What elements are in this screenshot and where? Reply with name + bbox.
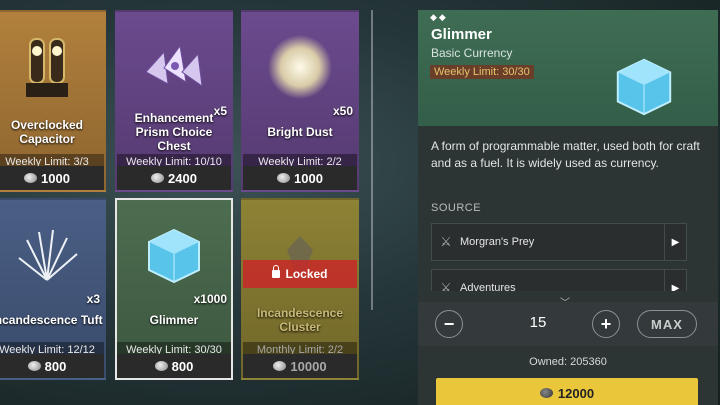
quantity-selector: − 15 + MAX <box>418 302 718 346</box>
source-list[interactable]: ⚔ Morgran's Prey ▶ ⚔ Adventures ▶ <box>418 223 718 291</box>
glimmer-coin-icon <box>27 361 41 371</box>
detail-limit-badge: Weekly Limit: 30/30 <box>430 65 534 79</box>
detail-header: ◆◆ Glimmer Basic Currency Weekly Limit: … <box>418 10 718 126</box>
item-detail-panel: ◆◆ Glimmer Basic Currency Weekly Limit: … <box>418 10 718 405</box>
shop-card-bright-dust[interactable]: x50 Bright Dust Weekly Limit: 2/2 1000 <box>241 10 359 192</box>
card-name: Incandescence Tuft <box>0 313 103 327</box>
locked-banner: Locked <box>243 260 357 288</box>
glimmer-coin-icon <box>154 361 168 371</box>
card-price: 1000 <box>243 166 357 190</box>
card-price: 1000 <box>0 166 104 190</box>
source-name: Adventures <box>460 282 516 291</box>
card-name: Glimmer <box>149 313 199 327</box>
glimmer-coin-icon <box>539 388 553 398</box>
crossed-swords-icon: ⚔ <box>440 280 452 291</box>
cluster-icon <box>243 200 357 310</box>
price-value: 2400 <box>168 170 197 186</box>
shop-card-enhancement-prism[interactable]: x5 Enhancement Prism Choice Chest Weekly… <box>115 10 233 192</box>
price-value: 10000 <box>290 358 327 374</box>
locked-label: Locked <box>285 267 328 281</box>
source-name: Morgran's Prey <box>460 236 535 248</box>
rarity-diamond-icon: ◆◆ <box>430 12 448 22</box>
price-value: 1000 <box>294 170 323 186</box>
glimmer-coin-icon <box>277 173 291 183</box>
shop-card-incandescence-tuft[interactable]: x3 Incandescence Tuft Weekly Limit: 12/1… <box>0 198 106 380</box>
card-price: 2400 <box>117 166 231 190</box>
crossed-swords-icon: ⚔ <box>440 234 452 249</box>
card-price: 10000 <box>243 354 357 378</box>
glimmer-cube-icon <box>616 58 672 116</box>
detail-subtitle: Basic Currency <box>431 46 513 60</box>
card-name: Enhancement Prism Choice Chest <box>134 111 214 153</box>
card-price: 800 <box>0 354 104 378</box>
detail-title: Glimmer <box>431 26 492 43</box>
price-value: 1000 <box>41 170 70 186</box>
play-arrow-icon[interactable]: ▶ <box>664 224 686 260</box>
source-heading: SOURCE <box>431 202 482 214</box>
owned-count: Owned: 205360 <box>529 356 607 368</box>
source-item-morgrans-prey[interactable]: ⚔ Morgran's Prey ▶ <box>431 223 687 261</box>
source-item-adventures[interactable]: ⚔ Adventures ▶ <box>431 269 687 291</box>
shop-grid: Overclocked Capacitor Weekly Limit: 3/3 … <box>0 0 380 405</box>
quantity-value[interactable]: 15 <box>508 314 568 331</box>
shop-card-incandescence-cluster[interactable]: Locked Incandescence Cluster Monthly Lim… <box>241 198 359 380</box>
max-quantity-button[interactable]: MAX <box>637 310 697 338</box>
price-value: 800 <box>44 358 67 374</box>
grid-divider <box>371 10 373 310</box>
play-arrow-icon[interactable]: ▶ <box>664 270 686 291</box>
buy-price: 12000 <box>557 385 595 401</box>
card-name: Bright Dust <box>267 125 333 139</box>
increase-quantity-button[interactable]: + <box>592 310 620 338</box>
glimmer-coin-icon <box>151 173 165 183</box>
price-value: 800 <box>171 358 194 374</box>
buy-button[interactable]: 12000 <box>436 378 698 405</box>
capacitor-icon <box>0 12 104 122</box>
shop-card-overclocked-capacitor[interactable]: Overclocked Capacitor Weekly Limit: 3/3 … <box>0 10 106 192</box>
detail-description: A form of programmable matter, used both… <box>431 139 700 170</box>
glimmer-coin-icon <box>273 361 287 371</box>
decrease-quantity-button[interactable]: − <box>435 310 463 338</box>
card-name: Overclocked Capacitor <box>10 118 84 146</box>
card-price: 800 <box>117 354 231 378</box>
glimmer-coin-icon <box>24 173 38 183</box>
lock-icon <box>272 265 281 278</box>
card-name: Incandescence Cluster <box>256 306 344 334</box>
shop-card-glimmer-selected[interactable]: x1000 Glimmer Weekly Limit: 30/30 800 <box>115 198 233 380</box>
